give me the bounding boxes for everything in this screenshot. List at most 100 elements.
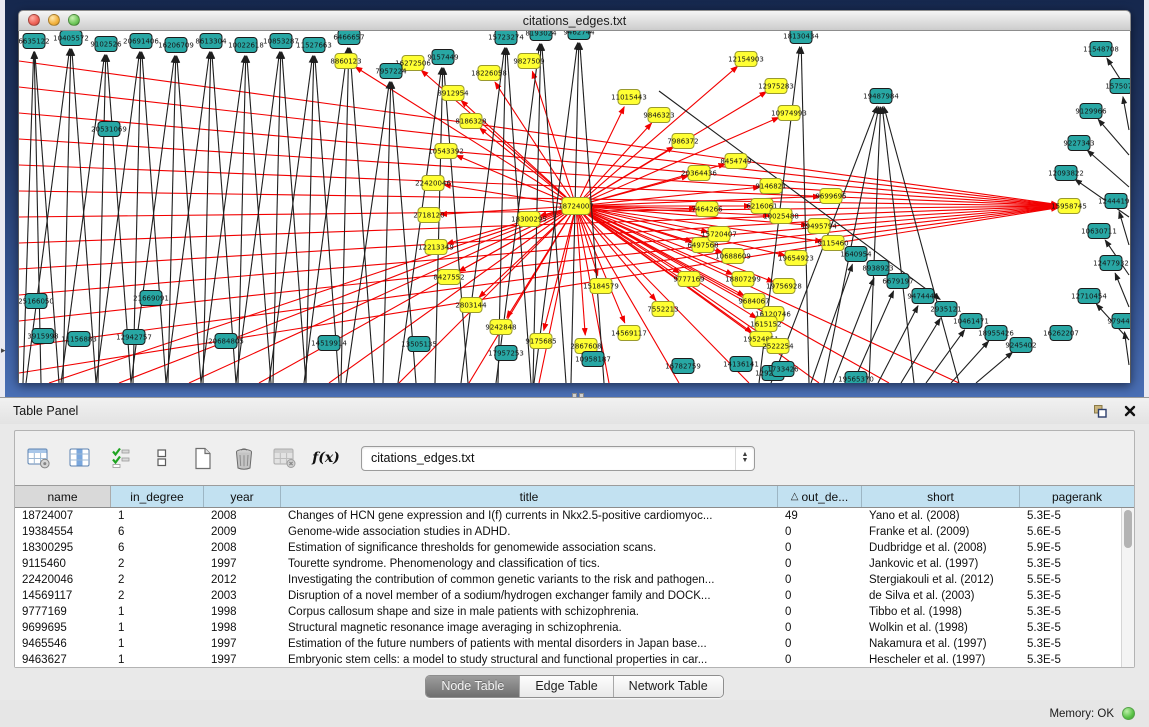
- graph-node[interactable]: 18955426: [978, 326, 1014, 341]
- cell[interactable]: 2: [111, 590, 204, 602]
- table-row[interactable]: 946554611997Estimation of the future num…: [15, 636, 1134, 652]
- column-header-name[interactable]: name: [15, 486, 111, 507]
- table-row[interactable]: 911546021997Tourette syndrome. Phenomeno…: [15, 556, 1134, 572]
- graph-node[interactable]: 9129966: [1075, 104, 1107, 119]
- cell[interactable]: Jankovic et al. (1997): [862, 558, 1020, 570]
- cell[interactable]: 6: [111, 526, 204, 538]
- graph-edge[interactable]: [166, 52, 210, 383]
- graph-edge[interactable]: [273, 52, 281, 383]
- graph-edge[interactable]: [811, 264, 852, 383]
- vertical-scrollbar[interactable]: [1121, 508, 1134, 667]
- graph-node[interactable]: 8427552: [433, 270, 464, 285]
- cell[interactable]: 9777169: [15, 606, 111, 618]
- column-header-title[interactable]: title: [281, 486, 778, 507]
- graph-node[interactable]: 8912954: [437, 86, 469, 101]
- graph-node[interactable]: 6635122: [19, 34, 50, 49]
- cell[interactable]: 2012: [204, 574, 281, 586]
- graph-node[interactable]: 8186328: [455, 114, 486, 129]
- function-builder-button[interactable]: f(x): [312, 444, 340, 472]
- cell[interactable]: Wolkin et al. (1998): [862, 622, 1020, 634]
- cell[interactable]: 0: [778, 558, 862, 570]
- graph-edge[interactable]: [269, 56, 313, 383]
- cell[interactable]: Tibbo et al. (1998): [862, 606, 1020, 618]
- graph-node[interactable]: 9846323: [643, 108, 674, 123]
- cell[interactable]: 5.5E-5: [1020, 574, 1134, 586]
- graph-node[interactable]: 7464266: [691, 202, 723, 217]
- graph-node[interactable]: 8454749: [720, 154, 751, 169]
- cell[interactable]: 18300295: [15, 542, 111, 554]
- cell[interactable]: 1: [111, 510, 204, 522]
- graph-node[interactable]: 18130434: [783, 31, 819, 44]
- cell[interactable]: 22420046: [15, 574, 111, 586]
- column-header-in-degree[interactable]: in_degree: [111, 486, 204, 507]
- graph-node[interactable]: 1615152: [750, 317, 781, 332]
- cell[interactable]: 49: [778, 510, 862, 522]
- cell[interactable]: Corpus callosum shape and size in male p…: [281, 606, 778, 618]
- cell[interactable]: 0: [778, 526, 862, 538]
- graph-node[interactable]: 9462744: [563, 31, 595, 40]
- cell[interactable]: 1997: [204, 558, 281, 570]
- cell[interactable]: 0: [778, 590, 862, 602]
- cell[interactable]: 5.3E-5: [1020, 622, 1134, 634]
- graph-node[interactable]: 22420046: [415, 176, 451, 191]
- table-row[interactable]: 946362711997Embryonic stem cells: a mode…: [15, 652, 1134, 667]
- graph-node[interactable]: 19654923: [778, 251, 814, 266]
- cell[interactable]: 5.3E-5: [1020, 654, 1134, 666]
- graph-edge[interactable]: [1115, 273, 1129, 307]
- cell[interactable]: 19384554: [15, 526, 111, 538]
- graph-node[interactable]: 9474444: [907, 289, 939, 304]
- graph-node[interactable]: 2803144: [455, 298, 487, 313]
- cell[interactable]: 5.3E-5: [1020, 638, 1134, 650]
- cell[interactable]: 14569117: [15, 590, 111, 602]
- cell[interactable]: 0: [778, 606, 862, 618]
- table-row[interactable]: 1938455462009Genome-wide association stu…: [15, 524, 1134, 540]
- close-button[interactable]: [28, 14, 40, 26]
- graph-edge[interactable]: [341, 48, 349, 383]
- cell[interactable]: Franke et al. (2009): [862, 526, 1020, 538]
- graph-node[interactable]: 2718120: [413, 208, 444, 223]
- graph-node[interactable]: 1733426: [767, 362, 799, 377]
- cell[interactable]: Disruption of a novel member of a sodium…: [281, 590, 778, 602]
- graph-node[interactable]: 18724007: [558, 198, 594, 215]
- graph-node[interactable]: 7552213: [647, 302, 678, 317]
- graph-node[interactable]: 16782759: [665, 359, 701, 374]
- cell[interactable]: 5.3E-5: [1020, 590, 1134, 602]
- collapse-arrow-icon[interactable]: ▸: [1, 345, 6, 356]
- cell[interactable]: Dudbridge et al. (2008): [862, 542, 1020, 554]
- cell[interactable]: Nakamura et al. (1997): [862, 638, 1020, 650]
- graph-node[interactable]: 9146821: [755, 179, 786, 194]
- cell[interactable]: Investigating the contribution of common…: [281, 574, 778, 586]
- graph-node[interactable]: 10461471: [953, 314, 989, 329]
- cell[interactable]: Structural magnetic resonance image aver…: [281, 622, 778, 634]
- graph-edge[interactable]: [304, 48, 348, 383]
- cell[interactable]: 1: [111, 654, 204, 666]
- graph-edge[interactable]: [203, 52, 211, 383]
- scrollbar-thumb[interactable]: [1124, 510, 1132, 548]
- graph-node[interactable]: 21669091: [133, 291, 169, 306]
- graph-node[interactable]: 9699695: [815, 189, 846, 204]
- float-panel-button[interactable]: [1093, 404, 1108, 418]
- graph-node[interactable]: 12975283: [758, 79, 794, 94]
- graph-node[interactable]: 9175685: [525, 334, 556, 349]
- graph-node[interactable]: 3915998: [27, 329, 58, 344]
- graph-node[interactable]: 9245402: [1005, 338, 1036, 353]
- graph-node[interactable]: 1640954: [840, 247, 872, 262]
- column-header-year[interactable]: year: [204, 486, 281, 507]
- graph-edge[interactable]: [539, 206, 576, 383]
- cell[interactable]: 2: [111, 558, 204, 570]
- graph-node[interactable]: 11015443: [611, 90, 647, 105]
- graph-node[interactable]: 12710454: [1071, 289, 1107, 304]
- cell[interactable]: 1: [111, 638, 204, 650]
- graph-node[interactable]: 13505135: [401, 337, 437, 352]
- cell[interactable]: 1: [111, 606, 204, 618]
- cell[interactable]: 2: [111, 574, 204, 586]
- table-row[interactable]: 1872400712008Changes of HCN gene express…: [15, 508, 1134, 524]
- graph-node[interactable]: 12093822: [1048, 166, 1084, 181]
- table-row[interactable]: 2242004622012Investigating the contribut…: [15, 572, 1134, 588]
- graph-edge[interactable]: [282, 52, 306, 383]
- graph-edge[interactable]: [1123, 97, 1129, 130]
- graph-edge[interactable]: [19, 191, 1058, 206]
- graph-node[interactable]: 8613304: [195, 34, 227, 49]
- column-header-out-de-[interactable]: △out_de...: [778, 486, 862, 507]
- cell[interactable]: 9463627: [15, 654, 111, 666]
